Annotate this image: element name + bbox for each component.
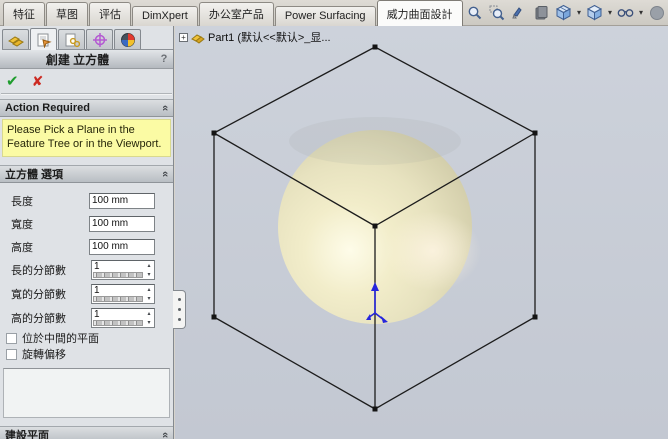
cube-options-header[interactable]: 立方體 選項 «: [0, 165, 173, 183]
display-style-caret-icon[interactable]: ▾: [608, 4, 612, 21]
rotate-offset-checkbox[interactable]: [6, 349, 17, 360]
mid-plane-label: 位於中間的平面: [22, 330, 99, 346]
action-required-message: Please Pick a Plane in the Feature Tree …: [2, 119, 171, 157]
action-required-title: Action Required: [5, 102, 162, 114]
length-input[interactable]: [89, 193, 155, 209]
tab-dimxpert[interactable]: DimXpert: [132, 6, 198, 26]
length-row: 長度: [0, 189, 173, 212]
solidworks-window: 特征 草图 评估 DimXpert 办公室产品 Power Surfacing …: [0, 0, 668, 439]
dimxpert-manager-tab[interactable]: [86, 29, 113, 49]
feature-manager-icon: [8, 32, 24, 48]
graphics-viewport[interactable]: + Part1 (默认<<默认>_显...: [175, 26, 668, 439]
display-style-icon[interactable]: [586, 4, 603, 21]
tree-item-label[interactable]: Part1 (默认<<默认>_显...: [208, 29, 331, 45]
collapse-chevron-icon[interactable]: «: [159, 171, 171, 177]
feature-manager-tab[interactable]: [2, 29, 29, 49]
collapse-chevron-icon[interactable]: «: [159, 432, 171, 438]
length-segments-row: 長的分節數 1 ▴▾: [0, 258, 173, 282]
hide-show-items-icon[interactable]: [617, 4, 634, 21]
property-manager-panel: 創建 立方體 ? ✔ ✘ Action Required « Please Pi…: [0, 26, 174, 439]
section-view-icon[interactable]: [533, 4, 550, 21]
tab-sketch[interactable]: 草图: [46, 2, 88, 26]
zoom-area-icon[interactable]: [489, 4, 506, 21]
confirm-row: ✔ ✘: [0, 69, 173, 93]
configuration-manager-icon: [64, 32, 80, 48]
length-segments-label: 長的分節數: [11, 262, 66, 278]
height-segments-row: 高的分節數 1 ▴▾: [0, 306, 173, 330]
panel-title-bar: 創建 立方體 ?: [0, 50, 173, 69]
height-segments-label: 高的分節數: [11, 310, 66, 326]
tab-features[interactable]: 特征: [3, 2, 45, 26]
property-manager-tab[interactable]: [30, 28, 57, 50]
collapse-chevron-icon[interactable]: «: [159, 105, 171, 111]
tab-office-products[interactable]: 办公室产品: [199, 2, 274, 26]
feature-tree-item: + Part1 (默认<<默认>_显...: [179, 29, 331, 45]
width-segments-spinner[interactable]: 1 ▴▾: [91, 284, 155, 304]
spin-up-icon[interactable]: ▴: [147, 263, 150, 269]
spin-up-icon[interactable]: ▴: [147, 311, 150, 317]
dimxpert-manager-icon: [92, 32, 108, 48]
previous-view-icon[interactable]: [511, 4, 528, 21]
width-label: 寬度: [11, 216, 33, 232]
action-required-header[interactable]: Action Required «: [0, 99, 173, 117]
length-segments-spinner[interactable]: 1 ▴▾: [91, 260, 155, 280]
selection-listbox[interactable]: [3, 368, 170, 418]
property-manager-icon: [36, 32, 52, 48]
manager-tab-strip: [2, 28, 173, 50]
construction-plane-header[interactable]: 建設平面 «: [0, 426, 173, 439]
length-label: 長度: [11, 193, 33, 209]
mid-plane-row: 位於中間的平面: [0, 330, 173, 346]
help-button[interactable]: ?: [155, 53, 173, 65]
cube-options-title: 立方體 選項: [5, 166, 162, 182]
tab-power-surfacing[interactable]: Power Surfacing: [275, 6, 376, 26]
width-segments-label: 寬的分節數: [11, 286, 66, 302]
construction-plane-title: 建設平面: [5, 427, 162, 439]
ok-button[interactable]: ✔: [6, 72, 19, 90]
height-input[interactable]: [89, 239, 155, 255]
spin-up-icon[interactable]: ▴: [147, 287, 150, 293]
width-input[interactable]: [89, 216, 155, 232]
cube-options-body: 長度 寬度 高度 長的分節數 1 ▴▾ 寬的分節數: [0, 183, 173, 418]
page-title: 創建 立方體: [0, 51, 155, 68]
height-segments-spinner[interactable]: 1 ▴▾: [91, 308, 155, 328]
display-manager-icon: [120, 32, 136, 48]
divider: [1, 93, 172, 95]
thumbwheel[interactable]: [93, 296, 143, 302]
zoom-fit-icon[interactable]: [467, 4, 484, 21]
view-orientation-caret-icon[interactable]: ▾: [577, 4, 581, 21]
mid-plane-checkbox[interactable]: [6, 333, 17, 344]
rotate-offset-row: 旋轉偏移: [0, 346, 173, 362]
ribbon-bar: 特征 草图 评估 DimXpert 办公室产品 Power Surfacing …: [0, 0, 668, 26]
tab-evaluate[interactable]: 评估: [89, 2, 131, 26]
width-row: 寬度: [0, 212, 173, 235]
appearance-icon[interactable]: [648, 4, 665, 21]
heads-up-view-toolbar: ▾ ▾ ▾: [467, 4, 665, 21]
rotate-offset-label: 旋轉偏移: [22, 346, 66, 362]
part-icon: [191, 31, 205, 44]
display-manager-tab[interactable]: [114, 29, 141, 49]
spin-down-icon[interactable]: ▾: [147, 320, 150, 326]
spin-down-icon[interactable]: ▾: [147, 296, 150, 302]
thumbwheel[interactable]: [93, 320, 143, 326]
tab-power-surface-design[interactable]: 威力曲面設計: [377, 0, 463, 26]
spin-down-icon[interactable]: ▾: [147, 272, 150, 278]
view-orientation-icon[interactable]: [555, 4, 572, 21]
panel-splitter-handle[interactable]: [173, 290, 186, 329]
height-row: 高度: [0, 235, 173, 258]
height-label: 高度: [11, 239, 33, 255]
thumbwheel[interactable]: [93, 272, 143, 278]
viewport-canvas[interactable]: [175, 26, 668, 439]
width-segments-row: 寬的分節數 1 ▴▾: [0, 282, 173, 306]
tree-expand-icon[interactable]: +: [179, 33, 188, 42]
ribbon-tab-strip: 特征 草图 评估 DimXpert 办公室产品 Power Surfacing …: [3, 0, 464, 26]
cancel-button[interactable]: ✘: [32, 73, 44, 90]
hide-show-caret-icon[interactable]: ▾: [639, 4, 643, 21]
configuration-manager-tab[interactable]: [58, 29, 85, 49]
sphere-body: [278, 117, 481, 324]
